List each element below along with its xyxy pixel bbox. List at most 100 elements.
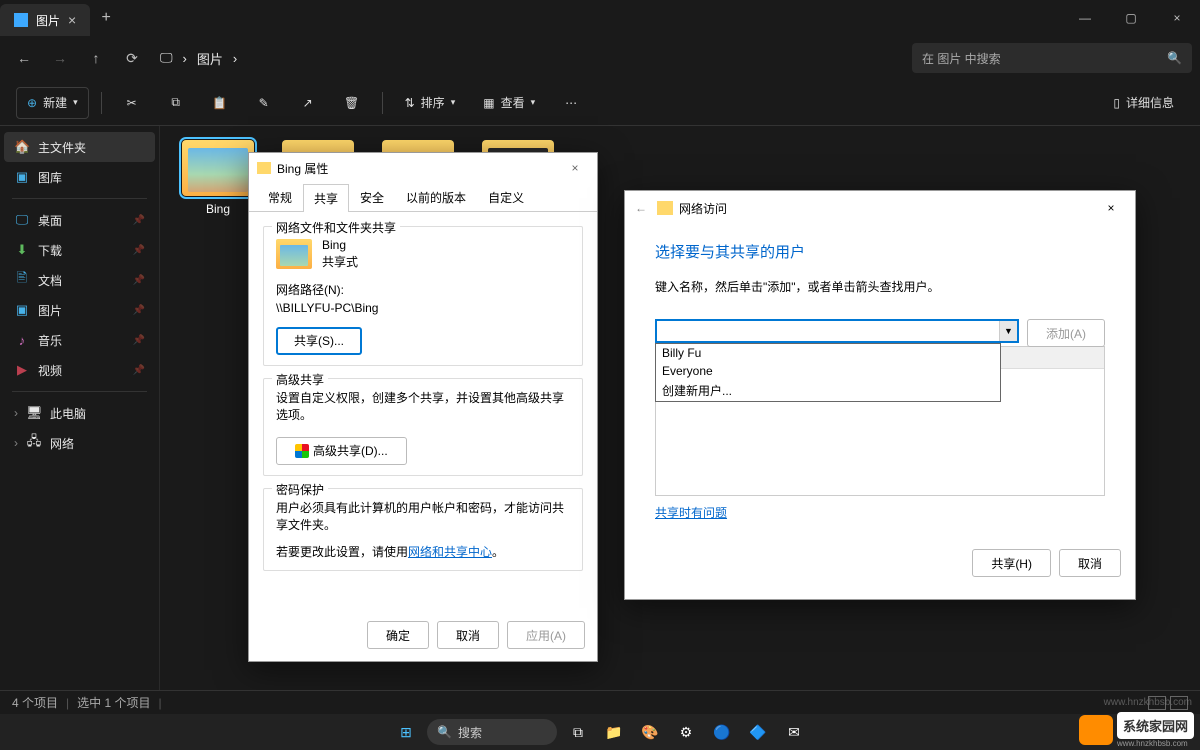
desktop-icon: 🖵	[14, 212, 30, 228]
share-state: 共享式	[322, 254, 358, 271]
more-button[interactable]: ⋯	[553, 87, 589, 119]
sidebar-item-pictures[interactable]: ▣图片📌	[4, 295, 155, 325]
sidebar: 🏠主文件夹 ▣图库 🖵桌面📌 ⬇下载📌 🖹文档📌 ▣图片📌 ♪音乐📌 ▶视频📌 …	[0, 126, 160, 710]
taskbar-search[interactable]: 🔍搜索	[427, 719, 557, 745]
gallery-icon: ▣	[14, 169, 30, 185]
pin-icon: 📌	[133, 305, 145, 316]
sidebar-item-thispc[interactable]: ›🖥此电脑	[4, 398, 155, 428]
search-input[interactable]: 在 图片 中搜索 🔍	[912, 43, 1192, 73]
sidebar-item-desktop[interactable]: 🖵桌面📌	[4, 205, 155, 235]
breadcrumb-item[interactable]: 图片	[197, 49, 223, 68]
task-view-button[interactable]: ⧉	[563, 717, 593, 747]
chevron-down-icon: ▾	[531, 97, 536, 108]
dialog-titlebar[interactable]: ← 网络访问 ×	[625, 191, 1135, 225]
apply-button[interactable]: 应用(A)	[507, 621, 585, 649]
folder-item[interactable]: Bing	[178, 140, 258, 216]
dropdown-item[interactable]: Billy Fu	[656, 344, 1000, 362]
tab-share[interactable]: 共享	[303, 184, 349, 212]
breadcrumb[interactable]: 🖵 › 图片 ›	[160, 49, 237, 68]
dialog-titlebar[interactable]: Bing 属性 ×	[249, 153, 597, 183]
document-icon: 🖹	[14, 269, 30, 291]
taskbar-app[interactable]: 📁	[599, 717, 629, 747]
rename-button[interactable]: ✎	[246, 87, 282, 119]
chevron-right-icon: ›	[14, 406, 18, 420]
sidebar-item-music[interactable]: ♪音乐📌	[4, 325, 155, 355]
forward-button[interactable]: →	[44, 42, 76, 74]
close-window-button[interactable]: ×	[1154, 0, 1200, 36]
watermark-badge: 系统家园网www.hnzkhbsb.com	[1079, 712, 1194, 748]
sidebar-item-downloads[interactable]: ⬇下载📌	[4, 235, 155, 265]
dialog-footer: 共享(H) 取消	[625, 537, 1135, 589]
titlebar: 图片 × + — ▢ ×	[0, 0, 1200, 36]
chevron-right-icon: ›	[233, 51, 237, 66]
sidebar-item-network[interactable]: ›🖧网络	[4, 428, 155, 458]
sidebar-item-videos[interactable]: ▶视频📌	[4, 355, 155, 385]
share-button[interactable]: 共享(S)...	[276, 327, 362, 355]
tab-general[interactable]: 常规	[257, 183, 303, 211]
dropdown-item[interactable]: 创建新用户...	[656, 380, 1000, 401]
taskbar-app[interactable]: 🔵	[707, 717, 737, 747]
cancel-button[interactable]: 取消	[1059, 549, 1121, 577]
sidebar-item-home[interactable]: 🏠主文件夹	[4, 132, 155, 162]
ok-button[interactable]: 确定	[367, 621, 429, 649]
chevron-down-icon: ▾	[73, 97, 78, 108]
dropdown-item[interactable]: Everyone	[656, 362, 1000, 380]
subtitle: 键入名称，然后单击"添加"，或者单击箭头查找用户。	[655, 278, 1105, 295]
tab-custom[interactable]: 自定义	[477, 183, 535, 211]
sidebar-item-documents[interactable]: 🖹文档📌	[4, 265, 155, 295]
minimize-button[interactable]: —	[1062, 0, 1108, 36]
add-button[interactable]: 添加(A)	[1027, 319, 1105, 347]
advanced-share-button[interactable]: 高级共享(D)...	[276, 437, 407, 465]
home-icon: 🏠	[14, 139, 30, 155]
refresh-button[interactable]: ⟳	[116, 42, 148, 74]
delete-button[interactable]: 🗑	[334, 87, 370, 119]
copy-button[interactable]: ⧉	[158, 87, 194, 119]
view-button[interactable]: ▦ 查看 ▾	[473, 87, 545, 119]
back-icon[interactable]: ←	[635, 201, 647, 215]
close-button[interactable]: ×	[1097, 201, 1125, 215]
close-button[interactable]: ×	[561, 161, 589, 175]
search-placeholder: 在 图片 中搜索	[922, 50, 1167, 67]
cancel-button[interactable]: 取消	[437, 621, 499, 649]
sidebar-item-gallery[interactable]: ▣图库	[4, 162, 155, 192]
active-tab[interactable]: 图片 ×	[0, 4, 90, 36]
monitor-icon: 🖵	[160, 50, 173, 66]
new-tab-button[interactable]: +	[90, 0, 122, 36]
tab-security[interactable]: 安全	[349, 183, 395, 211]
share-icon: ↗	[303, 96, 313, 110]
back-button[interactable]: ←	[8, 42, 40, 74]
toolbar: ⊕ 新建 ▾ ✂ ⧉ 📋 ✎ ↗ 🗑 ⇅ 排序 ▾ ▦ 查看 ▾ ⋯ ▯ 详细信…	[0, 80, 1200, 126]
sort-button[interactable]: ⇅ 排序 ▾	[395, 87, 466, 119]
taskbar-app[interactable]: ⚙	[671, 717, 701, 747]
maximize-button[interactable]: ▢	[1108, 0, 1154, 36]
netpath-label: 网络路径(N):	[276, 281, 570, 299]
details-pane-button[interactable]: ▯ 详细信息	[1103, 87, 1184, 119]
up-button[interactable]: ↑	[80, 42, 112, 74]
start-button[interactable]: ⊞	[391, 717, 421, 747]
taskbar-app[interactable]: 🔷	[743, 717, 773, 747]
close-tab-icon[interactable]: ×	[68, 12, 76, 28]
paste-button[interactable]: 📋	[202, 87, 238, 119]
taskbar-app[interactable]: ✉	[779, 717, 809, 747]
share-button[interactable]: ↗	[290, 87, 326, 119]
user-input[interactable]	[657, 321, 999, 341]
chevron-right-icon: ›	[14, 436, 18, 450]
pictures-icon	[14, 13, 28, 27]
pin-icon: 📌	[133, 335, 145, 346]
pictures-icon: ▣	[14, 302, 30, 318]
new-button[interactable]: ⊕ 新建 ▾	[16, 87, 89, 119]
tab-previous[interactable]: 以前的版本	[395, 183, 477, 211]
share-dialog: ← 网络访问 × 选择要与其共享的用户 键入名称，然后单击"添加"，或者单击箭头…	[624, 190, 1136, 600]
tab-strip: 常规 共享 安全 以前的版本 自定义	[249, 183, 597, 211]
trouble-link[interactable]: 共享时有问题	[655, 504, 727, 521]
cut-button[interactable]: ✂	[114, 87, 150, 119]
dialog-title: 网络访问	[679, 200, 727, 217]
taskbar-app[interactable]: 🎨	[635, 717, 665, 747]
trash-icon: 🗑	[344, 96, 359, 110]
share-confirm-button[interactable]: 共享(H)	[972, 549, 1051, 577]
copy-icon: ⧉	[171, 95, 180, 110]
dropdown-caret[interactable]: ▼	[999, 321, 1017, 341]
pin-icon: 📌	[133, 215, 145, 226]
user-combo[interactable]: ▼ Billy Fu Everyone 创建新用户...	[655, 319, 1019, 343]
network-center-link[interactable]: 网络和共享中心	[408, 545, 492, 559]
